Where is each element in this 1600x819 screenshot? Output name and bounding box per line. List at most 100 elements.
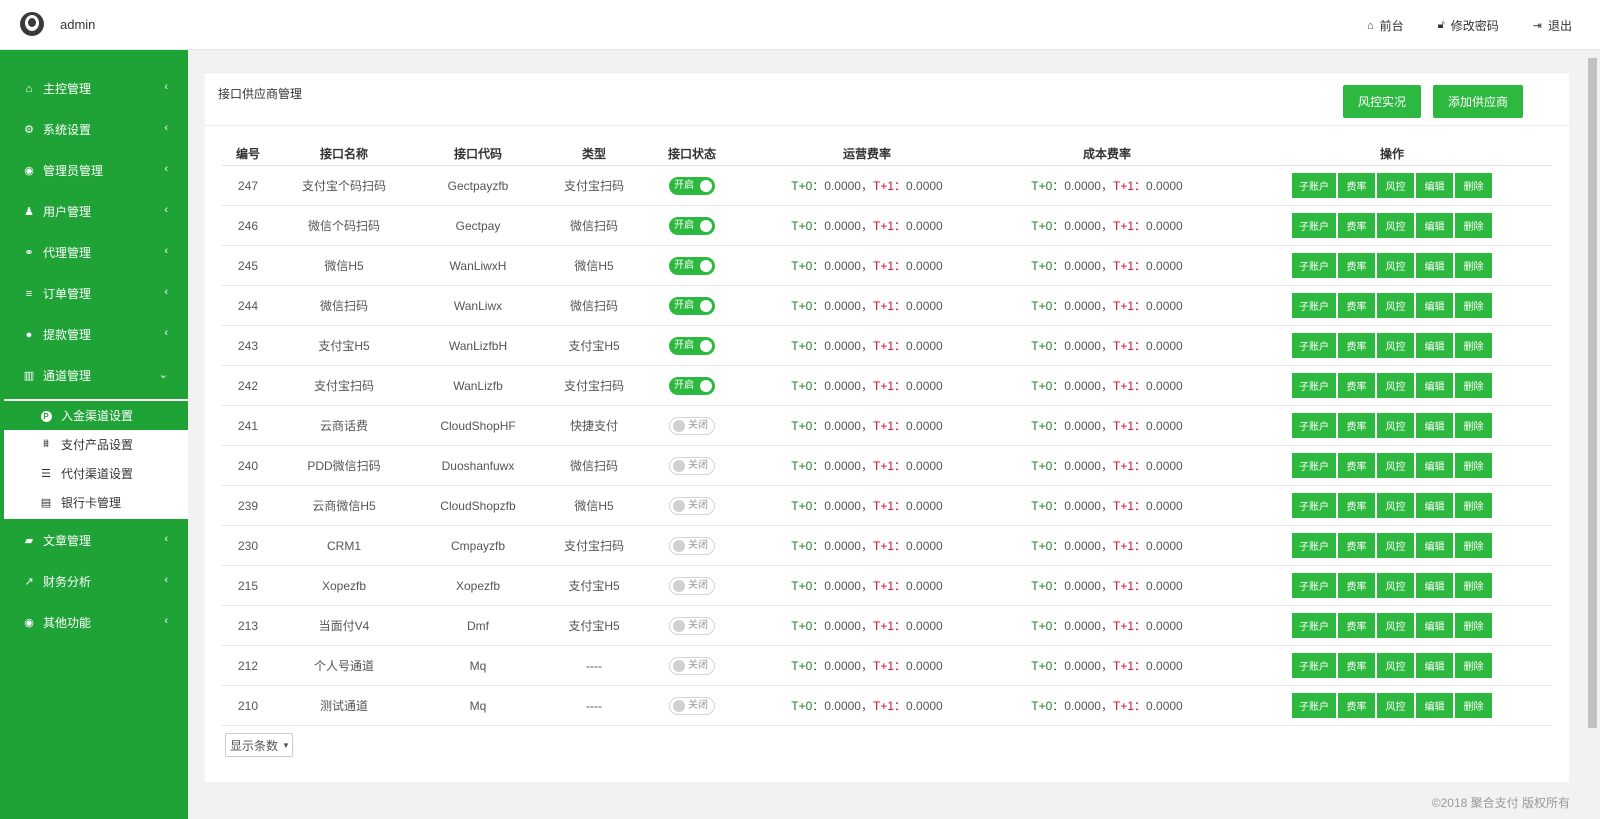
risk-button[interactable]: 风控 bbox=[1377, 253, 1414, 278]
risk-button[interactable]: 风控 bbox=[1377, 333, 1414, 358]
delete-button[interactable]: 删除 bbox=[1455, 613, 1492, 638]
scrollbar[interactable] bbox=[1585, 50, 1600, 819]
fee-button[interactable]: 费率 bbox=[1338, 653, 1375, 678]
subaccount-button[interactable]: 子账户 bbox=[1292, 613, 1336, 638]
risk-button[interactable]: 风控 bbox=[1377, 213, 1414, 238]
delete-button[interactable]: 删除 bbox=[1455, 653, 1492, 678]
add-supplier-button[interactable]: 添加供应商 bbox=[1433, 85, 1523, 118]
delete-button[interactable]: 删除 bbox=[1455, 293, 1492, 318]
sidebar-item-channels[interactable]: ▥ 通道管理 ⌄ bbox=[0, 355, 188, 396]
edit-button[interactable]: 编辑 bbox=[1416, 573, 1453, 598]
risk-button[interactable]: 风控 bbox=[1377, 653, 1414, 678]
status-toggle[interactable]: 开启 bbox=[669, 176, 715, 195]
risk-button[interactable]: 风控 bbox=[1377, 373, 1414, 398]
subaccount-button[interactable]: 子账户 bbox=[1292, 213, 1336, 238]
delete-button[interactable]: 删除 bbox=[1455, 493, 1492, 518]
status-toggle[interactable]: 开启 bbox=[669, 296, 715, 315]
risk-button[interactable]: 风控 bbox=[1377, 453, 1414, 478]
risk-button[interactable]: 风控 bbox=[1377, 573, 1414, 598]
logout-link[interactable]: ⇥ 退出 bbox=[1533, 17, 1572, 34]
delete-button[interactable]: 删除 bbox=[1455, 253, 1492, 278]
user-name[interactable]: admin bbox=[60, 17, 95, 32]
subaccount-button[interactable]: 子账户 bbox=[1292, 493, 1336, 518]
fee-button[interactable]: 费率 bbox=[1338, 693, 1375, 718]
delete-button[interactable]: 删除 bbox=[1455, 373, 1492, 398]
subaccount-button[interactable]: 子账户 bbox=[1292, 373, 1336, 398]
status-toggle[interactable]: 关闭 bbox=[669, 576, 715, 595]
risk-button[interactable]: 风控 bbox=[1377, 533, 1414, 558]
edit-button[interactable]: 编辑 bbox=[1416, 373, 1453, 398]
sidebar-item-withdrawals[interactable]: ● 提款管理 ‹ bbox=[0, 314, 188, 355]
delete-button[interactable]: 删除 bbox=[1455, 453, 1492, 478]
sidebar-sub-payout-channel[interactable]: ☰ 代付渠道设置 bbox=[4, 459, 188, 488]
risk-button[interactable]: 风控 bbox=[1377, 173, 1414, 198]
subaccount-button[interactable]: 子账户 bbox=[1292, 413, 1336, 438]
sidebar-item-users[interactable]: ♟ 用户管理 ‹ bbox=[0, 191, 188, 232]
delete-button[interactable]: 删除 bbox=[1455, 693, 1492, 718]
status-toggle[interactable]: 关闭 bbox=[669, 456, 715, 475]
edit-button[interactable]: 编辑 bbox=[1416, 213, 1453, 238]
fee-button[interactable]: 费率 bbox=[1338, 253, 1375, 278]
status-toggle[interactable]: 关闭 bbox=[669, 536, 715, 555]
subaccount-button[interactable]: 子账户 bbox=[1292, 333, 1336, 358]
status-toggle[interactable]: 关闭 bbox=[669, 656, 715, 675]
risk-button[interactable]: 风控 bbox=[1377, 493, 1414, 518]
subaccount-button[interactable]: 子账户 bbox=[1292, 533, 1336, 558]
edit-button[interactable]: 编辑 bbox=[1416, 493, 1453, 518]
sidebar-item-system[interactable]: ⚙ 系统设置 ‹ bbox=[0, 109, 188, 150]
edit-button[interactable]: 编辑 bbox=[1416, 613, 1453, 638]
avatar[interactable] bbox=[20, 12, 44, 36]
change-password-link[interactable]: 🔓︎ 修改密码 bbox=[1438, 17, 1499, 34]
edit-button[interactable]: 编辑 bbox=[1416, 533, 1453, 558]
status-toggle[interactable]: 开启 bbox=[669, 336, 715, 355]
risk-button[interactable]: 风控 bbox=[1377, 693, 1414, 718]
fee-button[interactable]: 费率 bbox=[1338, 413, 1375, 438]
delete-button[interactable]: 删除 bbox=[1455, 173, 1492, 198]
delete-button[interactable]: 删除 bbox=[1455, 213, 1492, 238]
fee-button[interactable]: 费率 bbox=[1338, 373, 1375, 398]
fee-button[interactable]: 费率 bbox=[1338, 613, 1375, 638]
sidebar-item-other[interactable]: ◉ 其他功能 ‹ bbox=[0, 602, 188, 643]
sidebar-sub-bank-card[interactable]: ▤ 银行卡管理 bbox=[4, 488, 188, 517]
risk-button[interactable]: 风控 bbox=[1377, 293, 1414, 318]
fee-button[interactable]: 费率 bbox=[1338, 293, 1375, 318]
status-toggle[interactable]: 关闭 bbox=[669, 616, 715, 635]
edit-button[interactable]: 编辑 bbox=[1416, 693, 1453, 718]
edit-button[interactable]: 编辑 bbox=[1416, 333, 1453, 358]
risk-monitor-button[interactable]: 风控实况 bbox=[1343, 85, 1421, 118]
sidebar-item-agents[interactable]: ⚭ 代理管理 ‹ bbox=[0, 232, 188, 273]
status-toggle[interactable]: 开启 bbox=[669, 216, 715, 235]
status-toggle[interactable]: 开启 bbox=[669, 256, 715, 275]
fee-button[interactable]: 费率 bbox=[1338, 533, 1375, 558]
subaccount-button[interactable]: 子账户 bbox=[1292, 693, 1336, 718]
fee-button[interactable]: 费率 bbox=[1338, 333, 1375, 358]
sidebar-item-orders[interactable]: ≡ 订单管理 ‹ bbox=[0, 273, 188, 314]
sidebar-item-articles[interactable]: ▰ 文章管理 ‹ bbox=[0, 520, 188, 561]
fee-button[interactable]: 费率 bbox=[1338, 213, 1375, 238]
edit-button[interactable]: 编辑 bbox=[1416, 253, 1453, 278]
status-toggle[interactable]: 关闭 bbox=[669, 416, 715, 435]
sidebar-item-dashboard[interactable]: ⌂ 主控管理 ‹ bbox=[0, 68, 188, 109]
sidebar-sub-deposit-channel[interactable]: P 入金渠道设置 bbox=[4, 401, 188, 430]
edit-button[interactable]: 编辑 bbox=[1416, 413, 1453, 438]
status-toggle[interactable]: 关闭 bbox=[669, 496, 715, 515]
delete-button[interactable]: 删除 bbox=[1455, 533, 1492, 558]
subaccount-button[interactable]: 子账户 bbox=[1292, 253, 1336, 278]
status-toggle[interactable]: 关闭 bbox=[669, 696, 715, 715]
sidebar-item-finance[interactable]: ↗ 财务分析 ‹ bbox=[0, 561, 188, 602]
delete-button[interactable]: 删除 bbox=[1455, 573, 1492, 598]
risk-button[interactable]: 风控 bbox=[1377, 413, 1414, 438]
risk-button[interactable]: 风控 bbox=[1377, 613, 1414, 638]
delete-button[interactable]: 删除 bbox=[1455, 333, 1492, 358]
subaccount-button[interactable]: 子账户 bbox=[1292, 293, 1336, 318]
status-toggle[interactable]: 开启 bbox=[669, 376, 715, 395]
subaccount-button[interactable]: 子账户 bbox=[1292, 453, 1336, 478]
scrollbar-thumb[interactable] bbox=[1588, 58, 1597, 728]
delete-button[interactable]: 删除 bbox=[1455, 413, 1492, 438]
fee-button[interactable]: 费率 bbox=[1338, 453, 1375, 478]
fee-button[interactable]: 费率 bbox=[1338, 573, 1375, 598]
subaccount-button[interactable]: 子账户 bbox=[1292, 653, 1336, 678]
edit-button[interactable]: 编辑 bbox=[1416, 173, 1453, 198]
fee-button[interactable]: 费率 bbox=[1338, 493, 1375, 518]
frontend-link[interactable]: ⌂ 前台 bbox=[1367, 17, 1404, 34]
